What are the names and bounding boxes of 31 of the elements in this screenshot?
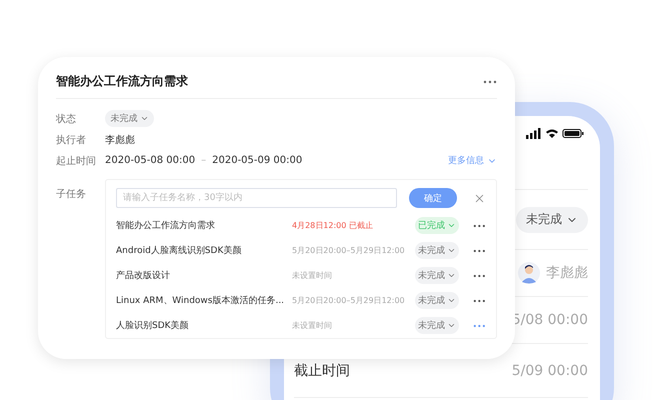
range-separator: – <box>201 155 206 166</box>
subtask-time: 未设置时间 <box>292 270 333 281</box>
field-label: 子任务 <box>56 188 87 202</box>
subtask-time: 5月20日20:00–5月29日12:00 <box>292 295 406 306</box>
subtask-time: 5月20日20:00–5月29日12:00 <box>292 245 406 256</box>
status-dropdown[interactable]: 未完成 <box>415 292 460 309</box>
assignee-name: 李彪彪 <box>546 264 588 282</box>
subtask-input-field[interactable]: 请输入子任务名称，30字以内 <box>116 188 398 208</box>
subtask-name: Linux ARM、Windows版本激活的任务... <box>116 294 286 307</box>
end-time: 5/09 00:00 <box>512 362 588 378</box>
start-time: 2020-05-08 00:00 <box>105 155 196 166</box>
subtask-time: 未设置时间 <box>292 320 333 331</box>
status-dropdown[interactable]: 未完成 <box>415 317 460 334</box>
status-dropdown[interactable]: 未完成 <box>105 110 154 127</box>
field-label: 起止时间 <box>56 154 97 168</box>
subtask-name: 产品改版设计 <box>116 270 171 282</box>
subtask-name: 智能办公工作流方向需求 <box>116 220 216 232</box>
status-dropdown[interactable]: 未完成 <box>415 267 460 284</box>
subtask-name: 人脸识别SDK美颜 <box>116 320 190 332</box>
end-time: 2020-05-09 00:00 <box>212 155 302 166</box>
field-label: 执行者 <box>56 134 87 146</box>
task-title: 智能办公工作流方向需求 <box>56 73 188 90</box>
subtask-time: 4月28日12:00 已截止 <box>292 220 374 231</box>
field-value: 李彪彪 <box>105 134 135 146</box>
field-label: 截止时间 <box>294 362 350 380</box>
subtask-name: Android人脸离线识别SDK美颜 <box>116 244 242 257</box>
confirm-button[interactable]: 确定 <box>409 188 457 208</box>
status-dropdown[interactable]: 未完成 <box>516 206 588 232</box>
field-label: 状态 <box>56 112 77 126</box>
more-info-link[interactable]: 更多信息 <box>448 154 497 167</box>
status-dropdown[interactable]: 未完成 <box>415 242 460 259</box>
